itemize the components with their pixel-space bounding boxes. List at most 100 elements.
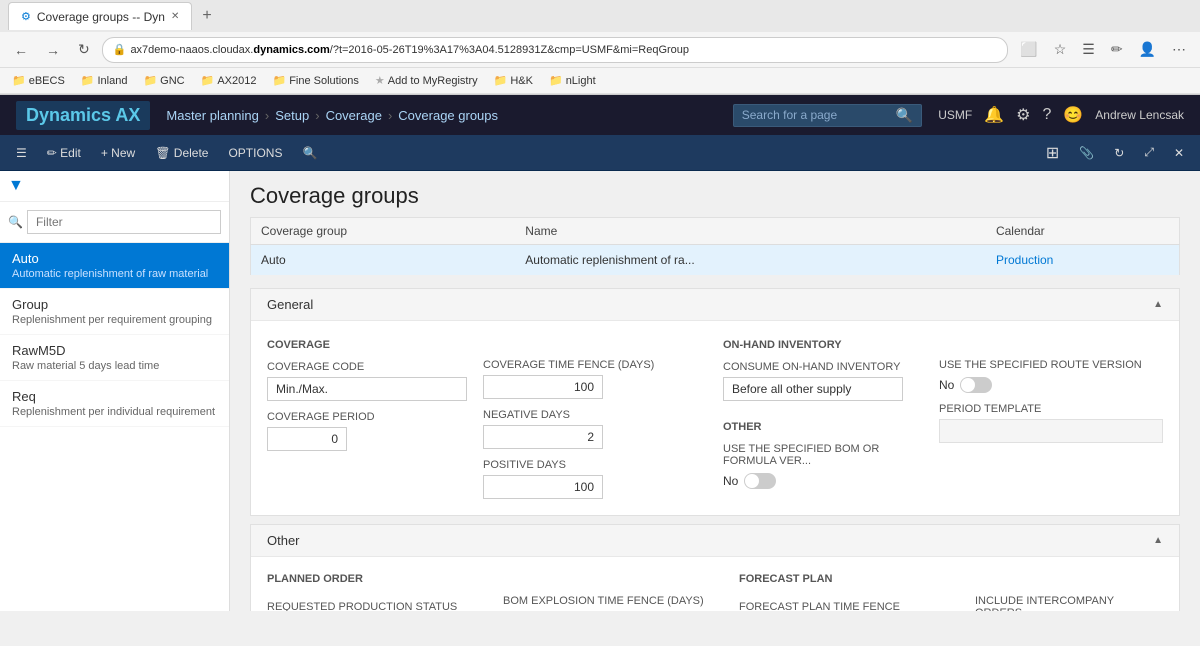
- refresh-button[interactable]: ↻: [72, 39, 96, 60]
- tab-bar: ⚙ Coverage groups -- Dyn ✕ +: [0, 0, 1200, 32]
- table-row[interactable]: Auto Automatic replenishment of ra... Pr…: [251, 245, 1180, 276]
- bookmark-fine-solutions[interactable]: 📁Fine Solutions: [268, 73, 362, 88]
- options-button[interactable]: OPTIONS: [220, 142, 290, 164]
- onhand-section-label: ON-HAND INVENTORY: [723, 337, 923, 351]
- coverage-fence-field: Coverage time fence (days): [483, 359, 707, 399]
- other-section-header[interactable]: Other ▲: [251, 525, 1179, 557]
- cell-name: Automatic replenishment of ra...: [515, 245, 986, 276]
- nav-items: Auto Automatic replenishment of raw mate…: [0, 243, 229, 611]
- bookmark-ax2012[interactable]: 📁AX2012: [197, 73, 261, 88]
- cell-calendar: Production: [986, 245, 1180, 276]
- table-header-row: Coverage group Name Calendar: [251, 218, 1180, 245]
- new-tab-button[interactable]: +: [196, 5, 217, 27]
- route-toggle-switch[interactable]: [960, 377, 992, 393]
- negative-days-input[interactable]: [483, 425, 603, 449]
- other-section-title: Other: [267, 533, 300, 548]
- general-section-title: General: [267, 297, 313, 312]
- other-section: Other ▲ PLANNED ORDER Requested producti…: [250, 524, 1180, 611]
- bookmark-gnc[interactable]: 📁GNC: [139, 73, 188, 88]
- other-section-body: PLANNED ORDER Requested production statu…: [251, 557, 1179, 611]
- breadcrumb-master-planning[interactable]: Master planning: [166, 108, 259, 123]
- delete-button[interactable]: 🗑 Delete: [147, 142, 216, 164]
- edit-button[interactable]: ✏ Edit: [39, 142, 89, 164]
- browser-actions: ⬜ ☆ ☰ ✏ 👤 ⋯: [1014, 39, 1192, 60]
- other-section-label: OTHER: [723, 419, 923, 433]
- positive-days-input[interactable]: [483, 475, 603, 499]
- hamburger-menu[interactable]: ☰: [8, 142, 35, 164]
- bom-explosion-field: BOM explosion time fence (days): [503, 595, 723, 611]
- tabs-button[interactable]: ⬜: [1014, 39, 1043, 60]
- address-bar[interactable]: 🔒 ax7demo-naaos.cloudax.dynamics.com/?t=…: [102, 37, 1009, 63]
- office-icon[interactable]: ⊞: [1038, 139, 1067, 167]
- period-template-field: Period template: [939, 403, 1163, 443]
- tab-close-button[interactable]: ✕: [171, 11, 179, 22]
- attachment-icon[interactable]: 📎: [1071, 142, 1102, 164]
- bookmark-hk[interactable]: 📁H&K: [490, 73, 537, 88]
- new-button[interactable]: + New: [93, 142, 143, 164]
- refresh-icon[interactable]: ↻: [1106, 142, 1132, 164]
- coverage-code-input[interactable]: [267, 377, 467, 401]
- general-section: General ▲ COVERAGE Coverage code Coverag…: [250, 288, 1180, 516]
- bookmark-add-registry[interactable]: ★Add to MyRegistry: [371, 73, 482, 88]
- more-button[interactable]: ⋯: [1166, 39, 1192, 60]
- page-title-bar: Coverage groups: [230, 171, 1200, 217]
- extensions-button[interactable]: ✏: [1105, 39, 1129, 60]
- nav-item-req[interactable]: Req Replenishment per individual require…: [0, 381, 229, 427]
- bookmark-button[interactable]: ☆: [1048, 39, 1073, 60]
- settings-icon[interactable]: ⚙: [1016, 105, 1030, 125]
- bookmark-ebecs[interactable]: 📁eBECS: [8, 73, 69, 88]
- safety-column: Include intercompany orders No Include c…: [975, 573, 1163, 611]
- nav-item-auto[interactable]: Auto Automatic replenishment of raw mate…: [0, 243, 229, 289]
- data-table: Coverage group Name Calendar Auto Automa…: [250, 217, 1180, 276]
- coverage-period-input[interactable]: [267, 427, 347, 451]
- coverage-fence-input[interactable]: [483, 375, 603, 399]
- bom-value: No: [723, 474, 738, 488]
- bom-toggle-switch[interactable]: [744, 473, 776, 489]
- toolbar-search-button[interactable]: 🔍: [294, 142, 325, 164]
- back-button[interactable]: ←: [8, 40, 34, 60]
- fullscreen-icon[interactable]: ⤢: [1136, 141, 1162, 164]
- filter-input[interactable]: [27, 210, 221, 234]
- notification-icon[interactable]: 🔔: [984, 105, 1004, 125]
- lock-icon: 🔒: [113, 43, 127, 56]
- toolbar: ☰ ✏ Edit + New 🗑 Delete OPTIONS 🔍 ⊞ 📎 ↻ …: [0, 135, 1200, 171]
- help-icon[interactable]: ?: [1042, 106, 1051, 124]
- profile-button[interactable]: 👤: [1133, 39, 1162, 60]
- consume-field: Consume on-hand inventory: [723, 361, 923, 401]
- general-section-header[interactable]: General ▲: [251, 289, 1179, 321]
- forecast-column: FORECAST PLAN Forecast plan time fence R…: [739, 573, 959, 611]
- prod-status-field: Requested production status: [267, 601, 487, 611]
- nav-item-rawm5d[interactable]: RawM5D Raw material 5 days lead time: [0, 335, 229, 381]
- breadcrumb-coverage-groups[interactable]: Coverage groups: [398, 108, 498, 123]
- close-icon[interactable]: ✕: [1166, 142, 1192, 164]
- bookmark-nlight[interactable]: 📁nLight: [545, 73, 600, 88]
- user-icon[interactable]: 😊: [1063, 105, 1083, 125]
- menu-button[interactable]: ☰: [1076, 39, 1101, 60]
- left-panel: ▼ 🔍 Auto Automatic replenishment of raw …: [0, 171, 230, 611]
- search-input[interactable]: [742, 108, 892, 122]
- left-panel-top: ▼: [0, 171, 229, 202]
- breadcrumb: Master planning › Setup › Coverage › Cov…: [166, 108, 716, 123]
- url-suffix: /?t=2016-05-26T19%3A17%3A04.5128931Z&cmp…: [330, 44, 689, 56]
- nav-item-rawm5d-sub: Raw material 5 days lead time: [12, 360, 217, 372]
- forward-button[interactable]: →: [40, 40, 66, 60]
- coverage-section-label: COVERAGE: [267, 337, 467, 351]
- search-box[interactable]: 🔍: [733, 104, 922, 127]
- nav-item-group[interactable]: Group Replenishment per requirement grou…: [0, 289, 229, 335]
- toolbar-right: ⊞ 📎 ↻ ⤢ ✕: [1038, 139, 1192, 167]
- filter-bar: 🔍: [0, 202, 229, 243]
- user-name: Andrew Lencsak: [1095, 108, 1184, 122]
- breadcrumb-setup[interactable]: Setup: [275, 108, 309, 123]
- period-template-input[interactable]: [939, 419, 1163, 443]
- consume-input[interactable]: [723, 377, 903, 401]
- nav-item-auto-sub: Automatic replenishment of raw material: [12, 268, 217, 280]
- right-panel: Coverage groups Coverage group Name Cale…: [230, 171, 1200, 611]
- active-tab[interactable]: ⚙ Coverage groups -- Dyn ✕: [8, 2, 192, 30]
- bookmark-inland[interactable]: 📁Inland: [77, 73, 132, 88]
- browser-nav: ← → ↻ 🔒 ax7demo-naaos.cloudax.dynamics.c…: [0, 32, 1200, 68]
- breadcrumb-coverage[interactable]: Coverage: [326, 108, 382, 123]
- positive-days-field: Positive days: [483, 459, 707, 499]
- other-collapse-icon: ▲: [1153, 535, 1163, 546]
- coverage-column: COVERAGE Coverage code Coverage period: [267, 337, 467, 451]
- nav-item-req-sub: Replenishment per individual requirement: [12, 406, 217, 418]
